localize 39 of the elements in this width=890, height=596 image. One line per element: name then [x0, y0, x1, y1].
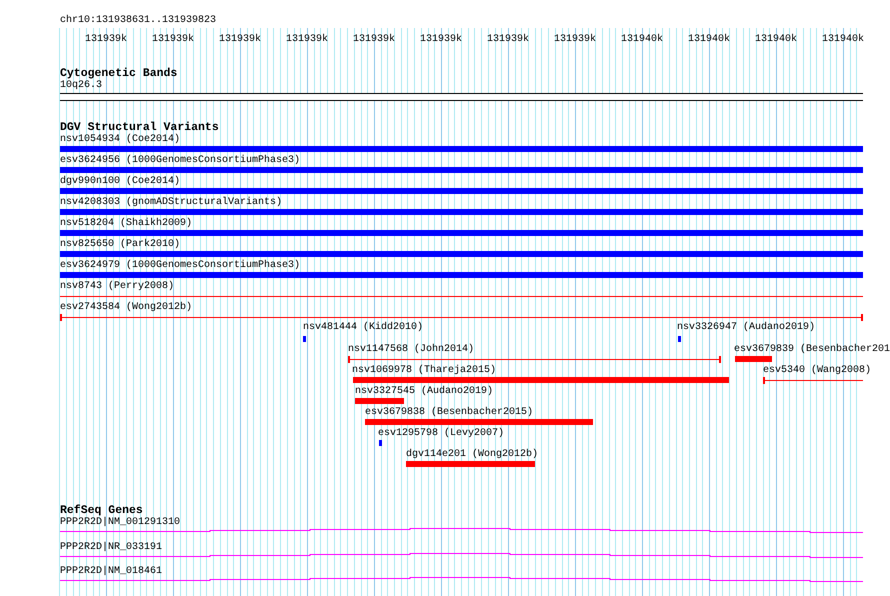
- tick-label: 131940k: [822, 34, 864, 45]
- variant-label: esv5340 (Wang2008): [763, 365, 872, 376]
- variant-label: nsv8743 (Perry2008): [60, 281, 174, 292]
- variant-label: nsv825650 (Park2010): [60, 239, 180, 250]
- tick-label: 131939k: [219, 34, 262, 45]
- variant-label: esv3624979 (1000GenomesConsortiumPhase3): [60, 260, 300, 271]
- variant-label: dgv114e201 (Wong2012b): [406, 449, 538, 460]
- variant-label: nsv1069978 (Thareja2015): [352, 365, 496, 376]
- variant-label: esv1295798 (Levy2007): [378, 428, 504, 439]
- tick-label: 131940k: [755, 34, 798, 45]
- variant-label: esv2743584 (Wong2012b): [60, 302, 192, 313]
- tick-label: 131939k: [487, 34, 530, 45]
- tick-label: 131939k: [85, 34, 128, 45]
- tick-label: 131939k: [420, 34, 462, 45]
- tick-label: 131940k: [688, 34, 730, 45]
- gene-label: PPP2R2D|NM_018461: [60, 566, 162, 577]
- variant-label: esv3679839 (Besenbacher201: [734, 344, 890, 355]
- tick-label: 131939k: [353, 34, 396, 45]
- variant-label: nsv3326947 (Audano2019): [677, 322, 816, 333]
- variant-label: nsv1054934 (Coe2014): [60, 134, 180, 145]
- variant-label: dgv990n100 (Coe2014): [60, 176, 180, 187]
- tick-label: 131939k: [286, 34, 328, 45]
- track-title: DGV Structural Variants: [60, 122, 219, 134]
- variant-label: nsv1147568 (John2014): [348, 344, 474, 355]
- location-label: chr10:131938631..131939823: [60, 15, 216, 26]
- gene-label: PPP2R2D|NR_033191: [60, 542, 162, 552]
- band-label: 10q26.3: [60, 80, 102, 91]
- track-title: RefSeq Genes: [60, 505, 143, 517]
- variant-label: nsv518204 (Shaikh2009): [60, 218, 192, 229]
- variant-label: nsv4208303 (gnomADStructuralVariants): [60, 197, 282, 208]
- gene-label: PPP2R2D|NM_001291310: [60, 517, 180, 528]
- tick-label: 131939k: [152, 34, 194, 45]
- variant-label: esv3679838 (Besenbacher2015): [365, 407, 534, 418]
- variant-label: esv3624956 (1000GenomesConsortiumPhase3): [60, 155, 300, 166]
- track-title: Cytogenetic Bands: [60, 68, 178, 80]
- variant-label: nsv3327545 (Audano2019): [355, 386, 494, 397]
- tick-label: 131940k: [621, 34, 664, 45]
- tick-label: 131939k: [554, 34, 596, 45]
- variant-label: nsv481444 (Kidd2010): [303, 322, 424, 333]
